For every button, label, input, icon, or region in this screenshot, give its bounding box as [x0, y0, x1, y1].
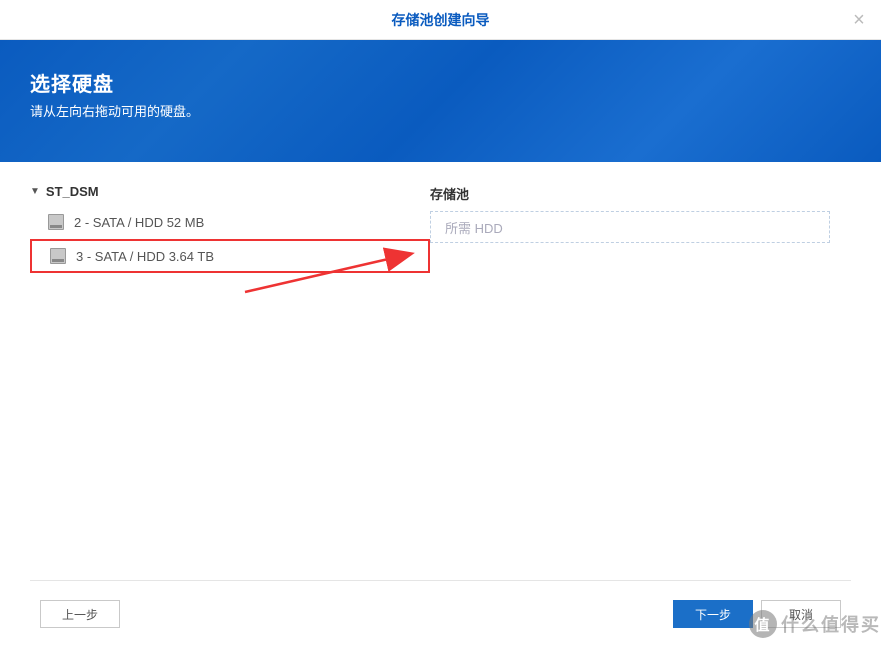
disk-item[interactable]: 3 - SATA / HDD 3.64 TB — [30, 239, 430, 273]
dropzone-placeholder: 所需 HDD — [445, 218, 503, 237]
disk-item-label: 3 - SATA / HDD 3.64 TB — [76, 249, 214, 264]
close-icon[interactable]: × — [851, 12, 867, 28]
tree-root-node[interactable]: ▼ ST_DSM — [30, 184, 430, 199]
chevron-down-icon: ▼ — [30, 186, 40, 197]
dialog-title: 存储池创建向导 — [392, 10, 490, 30]
watermark-text: 什么值得买 — [781, 611, 881, 637]
available-disks-column: ▼ ST_DSM 2 - SATA / HDD 52 MB 3 - SATA /… — [30, 184, 430, 562]
pool-column-label: 存储池 — [430, 184, 830, 203]
watermark: 值 什么值得买 — [749, 610, 881, 638]
prev-button[interactable]: 上一步 — [40, 600, 120, 628]
step-subtext: 请从左向右拖动可用的硬盘。 — [30, 101, 851, 120]
separator — [30, 580, 851, 581]
body-content: ▼ ST_DSM 2 - SATA / HDD 52 MB 3 - SATA /… — [0, 162, 881, 562]
disk-item-label: 2 - SATA / HDD 52 MB — [74, 215, 204, 230]
storage-pool-column: 存储池 所需 HDD — [430, 184, 830, 562]
disk-item[interactable]: 2 - SATA / HDD 52 MB — [30, 205, 430, 239]
hdd-icon — [48, 214, 64, 230]
header-banner: 选择硬盘 请从左向右拖动可用的硬盘。 — [0, 40, 881, 162]
titlebar: 存储池创建向导 × — [0, 0, 881, 40]
step-heading: 选择硬盘 — [30, 68, 851, 97]
next-button[interactable]: 下一步 — [673, 600, 753, 628]
pool-dropzone[interactable]: 所需 HDD — [430, 211, 830, 243]
watermark-badge: 值 — [749, 610, 777, 638]
hdd-icon — [50, 248, 66, 264]
tree-root-label: ST_DSM — [46, 184, 99, 199]
